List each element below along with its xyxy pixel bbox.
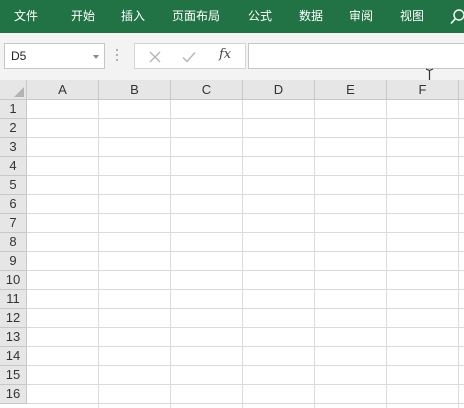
formula-input[interactable] (248, 43, 464, 69)
column-header-f[interactable]: F (387, 80, 459, 100)
column-header-a[interactable]: A (27, 80, 99, 100)
column-header-b[interactable]: B (99, 80, 171, 100)
gridline (27, 403, 464, 404)
column-header-e[interactable]: E (315, 80, 387, 100)
tab-insert[interactable]: 插入 (121, 0, 145, 33)
gridline (27, 137, 464, 138)
row-header-1[interactable]: 1 (0, 100, 27, 119)
name-box-value: D5 (11, 49, 27, 63)
search-icon[interactable] (450, 8, 464, 26)
row-header-9[interactable]: 9 (0, 252, 27, 271)
formula-bar-row: D5 fx (0, 33, 464, 85)
gridline (27, 327, 464, 328)
row-header-11[interactable]: 11 (0, 290, 27, 309)
row-header-3[interactable]: 3 (0, 138, 27, 157)
row-header-2[interactable]: 2 (0, 119, 27, 138)
row-header-13[interactable]: 13 (0, 328, 27, 347)
tab-view[interactable]: 视图 (400, 0, 424, 33)
column-header-d[interactable]: D (243, 80, 315, 100)
tab-file[interactable]: 文件 (14, 0, 38, 33)
column-header-overflow (459, 80, 464, 100)
gridline (27, 213, 464, 214)
ribbon-tab-bar: 文件 开始 插入 页面布局 公式 数据 审阅 视图 (0, 0, 464, 33)
row-header-4[interactable]: 4 (0, 157, 27, 176)
insert-function-button[interactable]: fx (219, 47, 231, 62)
tab-review[interactable]: 审阅 (349, 0, 373, 33)
gridline (458, 100, 459, 408)
select-all-button[interactable] (0, 80, 27, 100)
gridline (170, 100, 171, 408)
row-header-5[interactable]: 5 (0, 176, 27, 195)
gridline (27, 118, 464, 119)
gridline (27, 384, 464, 385)
gridline (27, 251, 464, 252)
tab-formulas[interactable]: 公式 (248, 0, 272, 33)
gridline (27, 194, 464, 195)
select-all-icon (14, 87, 24, 97)
tab-home[interactable]: 开始 (71, 0, 95, 33)
tab-page-layout[interactable]: 页面布局 (172, 0, 220, 33)
row-header-10[interactable]: 10 (0, 271, 27, 290)
gridline (27, 270, 464, 271)
gridline (242, 100, 243, 408)
resize-handle-icon[interactable] (115, 48, 119, 62)
cell-area[interactable] (27, 100, 464, 408)
formula-buttons: fx (134, 43, 246, 69)
gridline (98, 100, 99, 408)
row-header-7[interactable]: 7 (0, 214, 27, 233)
row-header-6[interactable]: 6 (0, 195, 27, 214)
worksheet-grid[interactable]: A B C D E F 1 2 3 4 5 6 7 8 9 10 11 12 1… (0, 80, 464, 408)
tab-data[interactable]: 数据 (299, 0, 323, 33)
gridline (27, 156, 464, 157)
chevron-down-icon[interactable] (91, 52, 101, 62)
gridline (386, 100, 387, 408)
gridline (27, 365, 464, 366)
checkmark-icon[interactable] (181, 49, 197, 65)
gridline (27, 346, 464, 347)
row-header-14[interactable]: 14 (0, 347, 27, 366)
row-header-15[interactable]: 15 (0, 366, 27, 385)
gridline (27, 308, 464, 309)
row-header-16[interactable]: 16 (0, 385, 27, 404)
gridline (27, 175, 464, 176)
close-icon[interactable] (147, 49, 163, 65)
name-box[interactable]: D5 (4, 43, 105, 69)
gridline (314, 100, 315, 408)
gridline (27, 232, 464, 233)
row-header-12[interactable]: 12 (0, 309, 27, 328)
column-header-c[interactable]: C (171, 80, 243, 100)
gridline (27, 289, 464, 290)
row-header-8[interactable]: 8 (0, 233, 27, 252)
